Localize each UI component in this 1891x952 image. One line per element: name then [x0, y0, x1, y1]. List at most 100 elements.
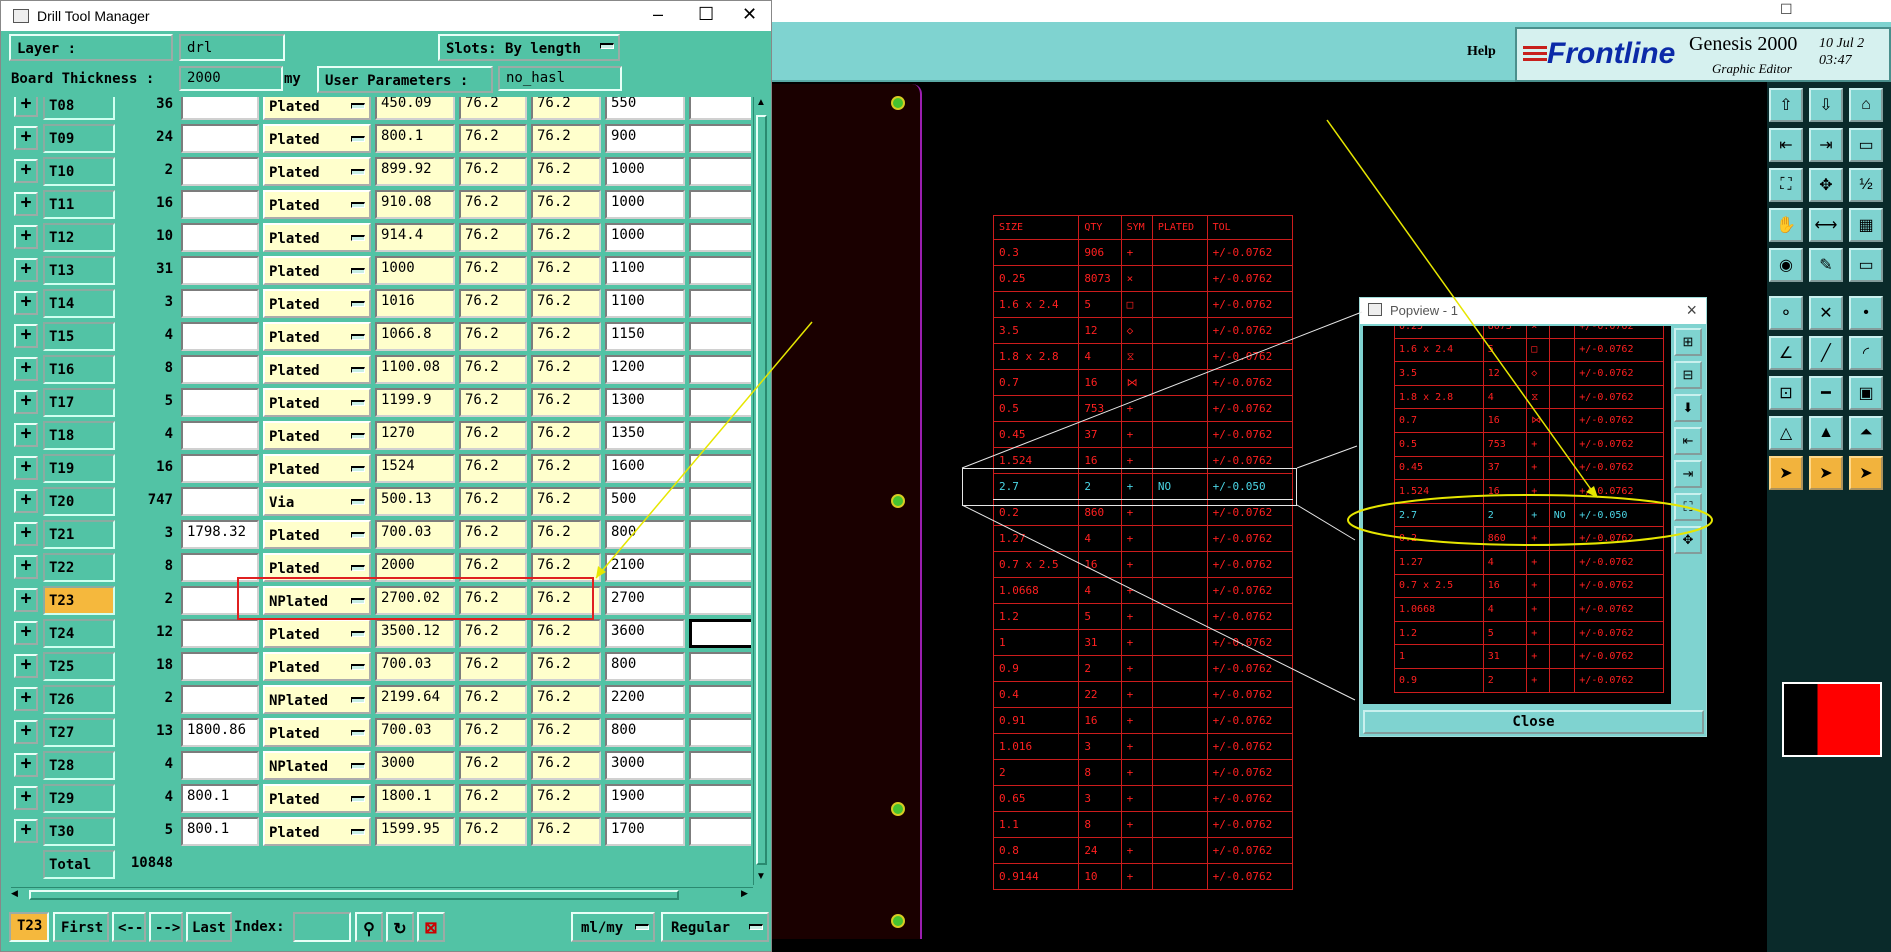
- close-icon[interactable]: ×: [1686, 300, 1697, 321]
- extra-field[interactable]: [689, 619, 751, 648]
- expand-icon[interactable]: +: [14, 720, 38, 744]
- size-field[interactable]: 450.09: [375, 97, 455, 120]
- tool-number[interactable]: T28: [43, 751, 115, 780]
- expand-icon[interactable]: +: [14, 489, 38, 513]
- tool-row[interactable]: + T16 8 Plated 1100.08 76.2 76.2 1200: [11, 353, 751, 386]
- finish-size-field[interactable]: 900: [605, 124, 685, 153]
- zoom-center-icon[interactable]: ✥: [1809, 168, 1843, 202]
- zoom-in-icon[interactable]: ⊞: [1674, 328, 1702, 356]
- gauge-icon[interactable]: ▭: [1849, 248, 1883, 282]
- type-dropdown[interactable]: Plated: [263, 652, 371, 681]
- last-button[interactable]: Last: [186, 912, 232, 942]
- size-field[interactable]: 1000: [375, 256, 455, 285]
- type-dropdown[interactable]: Plated: [263, 520, 371, 549]
- tol-plus-field[interactable]: 76.2: [459, 520, 527, 549]
- expand-icon[interactable]: +: [14, 588, 38, 612]
- draw-icon[interactable]: ✎: [1809, 248, 1843, 282]
- tool-number[interactable]: T10: [43, 157, 115, 186]
- tol-plus-field[interactable]: 76.2: [459, 487, 527, 516]
- tol-plus-field[interactable]: 76.2: [459, 751, 527, 780]
- finish-size-field[interactable]: 2200: [605, 685, 685, 714]
- note-field[interactable]: [181, 289, 259, 318]
- tol-plus-field[interactable]: 76.2: [459, 190, 527, 219]
- pan-right-icon[interactable]: ⇥: [1809, 128, 1843, 162]
- tol-plus-field[interactable]: 76.2: [459, 289, 527, 318]
- finish-size-field[interactable]: 500: [605, 487, 685, 516]
- clear-icon[interactable]: ⊠: [417, 912, 445, 942]
- expand-icon[interactable]: +: [14, 786, 38, 810]
- finish-size-field[interactable]: 1350: [605, 421, 685, 450]
- board-thickness-field[interactable]: 2000: [179, 66, 283, 91]
- finish-size-field[interactable]: 800: [605, 718, 685, 747]
- tol-minus-field[interactable]: 76.2: [531, 751, 601, 780]
- tool-number[interactable]: T24: [43, 619, 115, 648]
- user-parameters-button[interactable]: User Parameters :: [317, 66, 493, 93]
- tool-number[interactable]: T25: [43, 652, 115, 681]
- size-field[interactable]: 3500.12: [375, 619, 455, 648]
- type-dropdown[interactable]: Plated: [263, 619, 371, 648]
- expand-icon[interactable]: +: [14, 324, 38, 348]
- tol-minus-field[interactable]: 76.2: [531, 190, 601, 219]
- tool-row[interactable]: + T20 747 Via 500.13 76.2 76.2 500: [11, 485, 751, 518]
- maximize-icon[interactable]: ☐: [1780, 1, 1793, 18]
- extra-field[interactable]: [689, 685, 751, 714]
- tool-number[interactable]: T16: [43, 355, 115, 384]
- tool-number[interactable]: T18: [43, 421, 115, 450]
- expand-icon[interactable]: +: [14, 687, 38, 711]
- layers-icon[interactable]: ▦: [1849, 208, 1883, 242]
- note-field[interactable]: 800.1: [181, 784, 259, 813]
- tol-plus-field[interactable]: 76.2: [459, 817, 527, 846]
- extra-field[interactable]: [689, 520, 751, 549]
- extra-field[interactable]: [689, 652, 751, 681]
- close-button[interactable]: Close: [1363, 710, 1704, 734]
- tool-number[interactable]: T26: [43, 685, 115, 714]
- tol-minus-field[interactable]: 76.2: [531, 421, 601, 450]
- expand-icon[interactable]: +: [14, 225, 38, 249]
- expand-icon[interactable]: +: [14, 522, 38, 546]
- home-icon[interactable]: ⌂: [1849, 88, 1883, 122]
- expand-icon[interactable]: +: [14, 291, 38, 315]
- type-dropdown[interactable]: NPlated: [263, 751, 371, 780]
- index-field[interactable]: [293, 912, 351, 942]
- tol-plus-field[interactable]: 76.2: [459, 421, 527, 450]
- open-icon[interactable]: ⇧: [1769, 88, 1803, 122]
- tol-plus-field[interactable]: 76.2: [459, 256, 527, 285]
- next-button[interactable]: -->: [149, 912, 183, 942]
- finish-size-field[interactable]: 1600: [605, 454, 685, 483]
- tol-minus-field[interactable]: 76.2: [531, 652, 601, 681]
- tool-number[interactable]: T29: [43, 784, 115, 813]
- expand-icon[interactable]: +: [14, 423, 38, 447]
- finish-size-field[interactable]: 1300: [605, 388, 685, 417]
- tol-plus-field[interactable]: 76.2: [459, 784, 527, 813]
- note-field[interactable]: [181, 487, 259, 516]
- tool-row[interactable]: + T21 3 1798.32 Plated 700.03 76.2 76.2 800: [11, 518, 751, 551]
- note-field[interactable]: 1800.86: [181, 718, 259, 747]
- tol-plus-field[interactable]: 76.2: [459, 322, 527, 351]
- cursor3-icon[interactable]: ➤: [1849, 456, 1883, 490]
- tool-row[interactable]: + T26 2 NPlated 2199.64 76.2 76.2 2200: [11, 683, 751, 716]
- type-dropdown[interactable]: Plated: [263, 388, 371, 417]
- diag-icon[interactable]: ╱: [1809, 336, 1843, 370]
- note-field[interactable]: [181, 652, 259, 681]
- extra-field[interactable]: [689, 289, 751, 318]
- prev-button[interactable]: <--: [112, 912, 146, 942]
- extra-field[interactable]: [689, 190, 751, 219]
- tol-minus-field[interactable]: 76.2: [531, 157, 601, 186]
- tool-number[interactable]: T20: [43, 487, 115, 516]
- pan-right-icon[interactable]: ⇥: [1674, 460, 1702, 488]
- tool-row[interactable]: + T10 2 Plated 899.92 76.2 76.2 1000: [11, 155, 751, 188]
- type-dropdown[interactable]: Plated: [263, 454, 371, 483]
- size-field[interactable]: 910.08: [375, 190, 455, 219]
- finish-size-field[interactable]: 1100: [605, 256, 685, 285]
- type-dropdown[interactable]: Plated: [263, 124, 371, 153]
- expand-icon[interactable]: +: [14, 159, 38, 183]
- tol-plus-field[interactable]: 76.2: [459, 223, 527, 252]
- tol-minus-field[interactable]: 76.2: [531, 223, 601, 252]
- extra-field[interactable]: [689, 322, 751, 351]
- size-field[interactable]: 700.03: [375, 652, 455, 681]
- tool-number[interactable]: T27: [43, 718, 115, 747]
- help-menu[interactable]: Help: [1467, 44, 1496, 60]
- tool-number[interactable]: T14: [43, 289, 115, 318]
- pcb-board-view[interactable]: [772, 84, 922, 939]
- ruler-icon[interactable]: ▭: [1849, 128, 1883, 162]
